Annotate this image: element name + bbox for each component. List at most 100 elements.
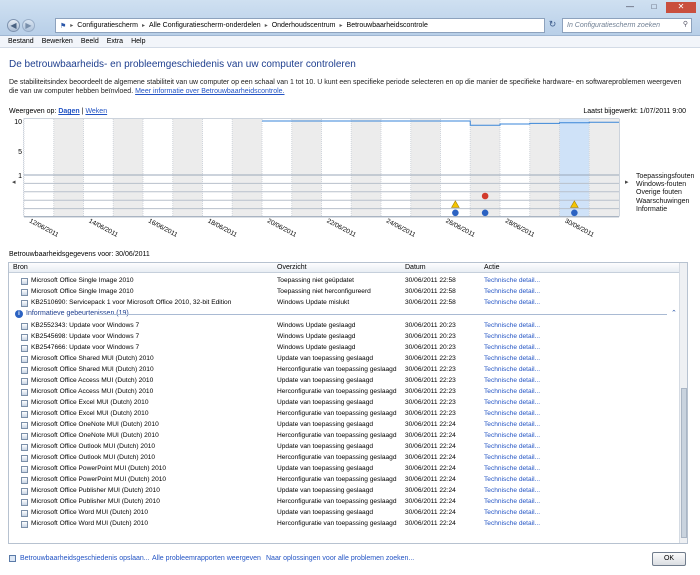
group-header-info[interactable]: i Informatieve gebeurtenissen (19) ⌃: [9, 309, 681, 320]
day-column[interactable]: [113, 119, 143, 216]
day-column[interactable]: [143, 119, 173, 216]
table-row[interactable]: Microsoft Office Access MUI (Dutch) 2010…: [9, 376, 681, 387]
scroll-right-icon[interactable]: ▸: [625, 179, 629, 186]
day-column[interactable]: [529, 119, 560, 216]
table-row[interactable]: Microsoft Office Outlook MUI (Dutch) 201…: [9, 453, 681, 464]
back-button[interactable]: ◀: [7, 19, 20, 32]
table-row[interactable]: Microsoft Office OneNote MUI (Dutch) 201…: [9, 431, 681, 442]
day-column[interactable]: [291, 119, 322, 216]
table-row[interactable]: Microsoft Office Word MUI (Dutch) 2010 He…: [9, 519, 681, 530]
menu-item-extra[interactable]: Extra: [107, 38, 123, 45]
day-column[interactable]: [172, 119, 203, 216]
refresh-button[interactable]: ↻: [546, 19, 559, 32]
check-solutions-link[interactable]: Naar oplossingen voor alle problemen zoe…: [266, 555, 414, 562]
day-column[interactable]: [351, 119, 381, 216]
menu-item-beeld[interactable]: Beeld: [81, 38, 99, 45]
table-row[interactable]: Microsoft Office Single Image 2010 Toepas…: [9, 287, 681, 298]
table-row[interactable]: KB2552343: Update voor Windows 7 Windows …: [9, 321, 681, 332]
day-column[interactable]: [410, 119, 441, 216]
table-row[interactable]: Microsoft Office PowerPoint MUI (Dutch) …: [9, 475, 681, 486]
app-icon: [21, 400, 28, 407]
cell-action[interactable]: Technische detail...: [484, 277, 540, 284]
cell-action[interactable]: Technische detail...: [484, 421, 540, 428]
cell-action[interactable]: Technische detail...: [484, 299, 540, 306]
cell-action[interactable]: Technische detail...: [484, 487, 540, 494]
table-row[interactable]: Microsoft Office Access MUI (Dutch) 2010…: [9, 387, 681, 398]
cell-action[interactable]: Technische detail...: [484, 520, 540, 527]
cell-action[interactable]: Technische detail...: [484, 509, 540, 516]
minimize-button[interactable]: —: [618, 2, 642, 13]
ok-button[interactable]: OK: [652, 552, 686, 566]
breadcrumb-item[interactable]: Onderhoudscentrum: [272, 22, 336, 29]
table-row[interactable]: Microsoft Office Excel MUI (Dutch) 2010 H…: [9, 409, 681, 420]
cell-action[interactable]: Technische detail...: [484, 399, 540, 406]
menu-item-bestand[interactable]: Bestand: [8, 38, 34, 45]
cell-action[interactable]: Technische detail...: [484, 344, 540, 351]
view-days-link[interactable]: Dagen: [58, 108, 79, 115]
address-bar[interactable]: ⚑ ▸ Configuratiescherm ▸ Alle Configurat…: [55, 18, 545, 33]
day-column[interactable]: [321, 119, 352, 216]
table-row[interactable]: Microsoft Office Excel MUI (Dutch) 2010 U…: [9, 398, 681, 409]
breadcrumb-item[interactable]: Configuratiescherm: [77, 22, 138, 29]
cell-action[interactable]: Technische detail...: [484, 322, 540, 329]
cell-action[interactable]: Technische detail...: [484, 355, 540, 362]
cell-summary: Update van toepassing geslaagd: [277, 421, 374, 428]
table-row[interactable]: Microsoft Office Outlook MUI (Dutch) 201…: [9, 442, 681, 453]
cell-action[interactable]: Technische detail...: [484, 410, 540, 417]
column-datum[interactable]: Datum: [405, 264, 426, 271]
stability-chart[interactable]: 10 5 1 ◂ ▸ 12/06/2011 14/06/2011 16/06/2011 18/0…: [8, 118, 634, 247]
forward-button[interactable]: ▶: [22, 19, 35, 32]
column-bron[interactable]: Bron: [13, 264, 28, 271]
cell-action[interactable]: Technische detail...: [484, 498, 540, 505]
cell-action[interactable]: Technische detail...: [484, 288, 540, 295]
table-row[interactable]: KB2510690: Servicepack 1 voor Microsoft …: [9, 298, 681, 309]
close-button[interactable]: ✕: [666, 2, 696, 13]
breadcrumb-item[interactable]: Alle Configuratiescherm-onderdelen: [149, 22, 261, 29]
day-column[interactable]: [381, 119, 411, 216]
day-column[interactable]: [470, 119, 500, 216]
table-row[interactable]: KB2545698: Update voor Windows 7 Windows …: [9, 332, 681, 343]
table-row[interactable]: Microsoft Office Shared MUI (Dutch) 2010…: [9, 354, 681, 365]
view-weeks-link[interactable]: Weken: [85, 108, 107, 115]
breadcrumb-item[interactable]: Betrouwbaarheidscontrole: [347, 22, 428, 29]
cell-action[interactable]: Technische detail...: [484, 465, 540, 472]
day-column[interactable]: [202, 119, 233, 216]
day-column[interactable]: [589, 119, 619, 216]
table-row[interactable]: Microsoft Office Shared MUI (Dutch) 2010…: [9, 365, 681, 376]
table-row[interactable]: Microsoft Office OneNote MUI (Dutch) 201…: [9, 420, 681, 431]
cell-action[interactable]: Technische detail...: [484, 388, 540, 395]
table-row[interactable]: Microsoft Office Word MUI (Dutch) 2010 Up…: [9, 508, 681, 519]
chevron-up-icon[interactable]: ⌃: [671, 309, 677, 317]
day-column[interactable]: [500, 119, 530, 216]
x-tick-label: 26/06/2011: [444, 218, 476, 239]
table-row[interactable]: Microsoft Office PowerPoint MUI (Dutch) …: [9, 464, 681, 475]
cell-action[interactable]: Technische detail...: [484, 432, 540, 439]
maximize-button[interactable]: □: [643, 2, 665, 13]
cell-action[interactable]: Technische detail...: [484, 476, 540, 483]
day-column[interactable]: [83, 119, 114, 216]
menu-item-bewerken[interactable]: Bewerken: [42, 38, 73, 45]
table-row[interactable]: Microsoft Office Publisher MUI (Dutch) 2…: [9, 497, 681, 508]
day-column[interactable]: [262, 119, 292, 216]
cell-action[interactable]: Technische detail...: [484, 443, 540, 450]
view-all-reports-link[interactable]: Alle probleemrapporten weergeven: [152, 555, 261, 562]
cell-action[interactable]: Technische detail...: [484, 366, 540, 373]
menu-item-help[interactable]: Help: [131, 38, 145, 45]
table-row[interactable]: Microsoft Office Publisher MUI (Dutch) 2…: [9, 486, 681, 497]
table-row[interactable]: Microsoft Office Single Image 2010 Toepas…: [9, 276, 681, 287]
more-info-link[interactable]: Meer informatie over Betrouwbaarheidscon…: [135, 88, 284, 95]
table-row[interactable]: KB2547666: Update voor Windows 7 Windows …: [9, 343, 681, 354]
cell-action[interactable]: Technische detail...: [484, 377, 540, 384]
day-column[interactable]: [232, 119, 262, 216]
search-input[interactable]: In Configuratiescherm zoeken ⚲: [562, 18, 692, 33]
scroll-thumb[interactable]: [681, 388, 687, 538]
day-column[interactable]: [24, 119, 54, 216]
vertical-scrollbar[interactable]: [679, 263, 687, 543]
day-column[interactable]: [53, 119, 84, 216]
column-actie[interactable]: Actie: [484, 264, 500, 271]
cell-action[interactable]: Technische detail...: [484, 333, 540, 340]
column-overzicht[interactable]: Overzicht: [277, 264, 307, 271]
scroll-left-icon[interactable]: ◂: [12, 179, 16, 186]
cell-action[interactable]: Technische detail...: [484, 454, 540, 461]
save-history-link[interactable]: Betrouwbaarheidsgeschiedenis opslaan...: [20, 555, 150, 562]
